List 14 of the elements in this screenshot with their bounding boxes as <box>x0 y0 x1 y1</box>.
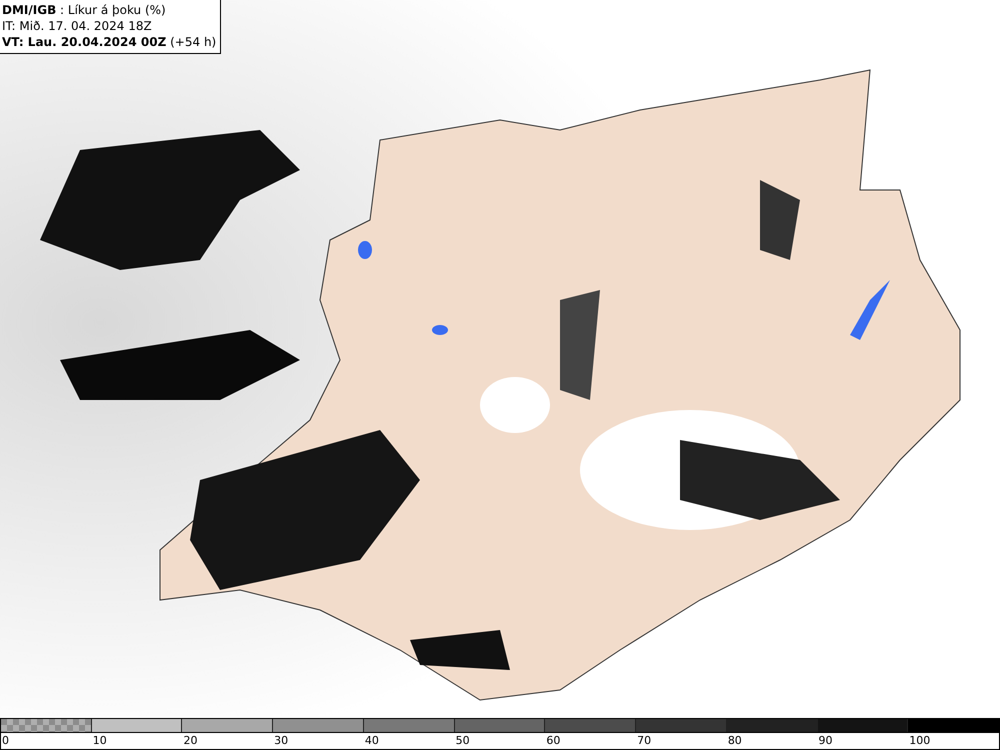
legend-label: 90 <box>818 734 833 747</box>
legend-label: 20 <box>183 734 198 747</box>
legend-label: 30 <box>274 734 288 747</box>
legend-label: 60 <box>546 734 560 747</box>
legend-label: 0 <box>2 734 9 747</box>
legend-label: 50 <box>456 734 470 747</box>
info-text: VT: Lau. 20.04.2024 00Z (+54 h) <box>2 34 216 50</box>
legend-label: 80 <box>728 734 742 747</box>
legend-label: 10 <box>92 734 107 747</box>
info-text: DMI/IGB : Líkur á þoku (%) <box>2 2 167 18</box>
legend-label: 40 <box>364 734 379 747</box>
legend-label: 70 <box>637 734 652 747</box>
info-text: IT: Mið. 17. 04. 2024 18Z <box>2 18 153 34</box>
legend-label: 100 <box>909 734 930 747</box>
